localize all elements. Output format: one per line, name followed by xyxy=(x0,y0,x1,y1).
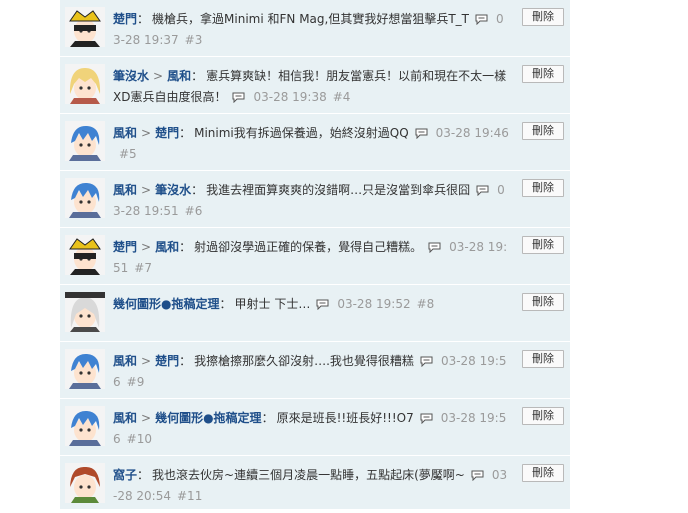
floor-number[interactable]: #8 xyxy=(417,297,435,311)
reply-to-arrow: > xyxy=(153,69,164,83)
comment-row: 風和 > 幾何圖形●拖稿定理： 原來是班長!!班長好!!!O7 03-28 19:56 #… xyxy=(60,399,570,456)
reply-bubble-icon[interactable] xyxy=(316,296,329,311)
separator: ： xyxy=(179,354,192,368)
reply-to-arrow: > xyxy=(141,354,152,368)
avatar-blue-hair[interactable] xyxy=(65,121,105,161)
delete-button[interactable]: 刪除 xyxy=(522,293,564,311)
delete-button[interactable]: 刪除 xyxy=(522,407,564,425)
comment-body: 風和 > 筆沒水： 我進去裡面算爽爽的沒錯啊…只是沒當到傘兵很囧 03-28 19:51… xyxy=(113,180,511,222)
floor-number[interactable]: #5 xyxy=(119,147,137,161)
separator: ： xyxy=(191,183,204,197)
comment-text: 甲射士 下士… xyxy=(234,297,311,311)
reply-target-link[interactable]: 風和 xyxy=(167,69,191,83)
avatar-masked[interactable] xyxy=(65,7,105,47)
comment-row: 風和 > 楚門： 我擦槍擦那麼久卻沒射….我也覺得很糟糕 03-28 19:56 #9 刪除 xyxy=(60,342,570,399)
reply-bubble-icon[interactable] xyxy=(415,125,428,140)
delete-button[interactable]: 刪除 xyxy=(522,179,564,197)
separator: ： xyxy=(191,69,204,83)
reply-bubble-icon[interactable] xyxy=(471,467,484,482)
floor-number[interactable]: #4 xyxy=(333,90,351,104)
comment-body: 窩子： 我也滾去伙房~連續三個月凌晨一點睡，五點起床(夢魘啊~ 03-28 20:5… xyxy=(113,465,511,507)
comment-author-link[interactable]: 楚門 xyxy=(113,240,137,254)
reply-bubble-icon[interactable] xyxy=(476,182,489,197)
delete-button[interactable]: 刪除 xyxy=(522,8,564,26)
avatar-blue-hair[interactable] xyxy=(65,178,105,218)
reply-to-arrow: > xyxy=(141,183,152,197)
comment-list: 楚門： 機槍兵，拿過Minimi 和FN Mag,但其實我好想當狙擊兵T_T 03-… xyxy=(60,0,570,513)
comment-body: 幾何圖形●拖稿定理： 甲射士 下士… 03-28 19:52 #8 xyxy=(113,294,511,315)
comment-text: 我擦槍擦那麼久卻沒射….我也覺得很糟糕 xyxy=(194,354,414,368)
comment-row: 風和 > 楚門： Minimi我有拆過保養過，始終沒射過QQ 03-28 19:46 #5… xyxy=(60,114,570,171)
comment-row: 風和 > 筆沒水： 我進去裡面算爽爽的沒錯啊…只是沒當到傘兵很囧 03-28 19:51… xyxy=(60,171,570,228)
comment-author-link[interactable]: 楚門 xyxy=(113,12,137,26)
floor-number[interactable]: #6 xyxy=(185,204,203,218)
reply-bubble-icon[interactable] xyxy=(420,410,433,425)
floor-number[interactable]: #7 xyxy=(134,261,152,275)
reply-target-link[interactable]: 風和 xyxy=(155,240,179,254)
floor-number[interactable]: #11 xyxy=(177,489,202,503)
comment-body: 筆沒水 > 風和： 憲兵算爽缺！相信我！朋友當憲兵！以前和現在不太一樣XD憲兵自由度很… xyxy=(113,66,511,108)
reply-bubble-icon[interactable] xyxy=(428,239,441,254)
separator: ： xyxy=(261,411,274,425)
comment-author-link[interactable]: 窩子 xyxy=(113,468,137,482)
floor-number[interactable]: #9 xyxy=(127,375,145,389)
comment-text: 原來是班長!!班長好!!!O7 xyxy=(276,411,414,425)
reply-target-link[interactable]: 筆沒水 xyxy=(155,183,191,197)
reply-bubble-icon[interactable] xyxy=(232,89,245,104)
avatar-masked[interactable] xyxy=(65,235,105,275)
comment-text: 射過卻沒學過正確的保養，覺得自己糟糕。 xyxy=(194,240,423,254)
comment-author-link[interactable]: 幾何圖形●拖稿定理 xyxy=(113,297,219,311)
comment-row: 楚門： 機槍兵，拿過Minimi 和FN Mag,但其實我好想當狙擊兵T_T 03-… xyxy=(60,0,570,57)
comment-author-link[interactable]: 風和 xyxy=(113,183,137,197)
reply-to-arrow: > xyxy=(141,411,152,425)
comment-body: 風和 > 幾何圖形●拖稿定理： 原來是班長!!班長好!!!O7 03-28 19:56 #… xyxy=(113,408,511,450)
avatar-white-hair[interactable] xyxy=(65,292,105,332)
reply-target-link[interactable]: 楚門 xyxy=(155,354,179,368)
reply-bubble-icon[interactable] xyxy=(420,353,433,368)
comment-author-link[interactable]: 風和 xyxy=(113,411,137,425)
separator: ： xyxy=(219,297,232,311)
floor-number[interactable]: #3 xyxy=(185,33,203,47)
reply-target-link[interactable]: 楚門 xyxy=(155,126,179,140)
separator: ： xyxy=(137,468,150,482)
reply-to-arrow: > xyxy=(141,126,152,140)
avatar-blue-hair[interactable] xyxy=(65,406,105,446)
reply-bubble-icon[interactable] xyxy=(475,11,488,26)
comment-author-link[interactable]: 風和 xyxy=(113,354,137,368)
floor-number[interactable]: #10 xyxy=(127,432,152,446)
separator: ： xyxy=(179,126,192,140)
comment-body: 楚門 > 風和： 射過卻沒學過正確的保養，覺得自己糟糕。 03-28 19:51 #7 xyxy=(113,237,511,279)
avatar-blonde[interactable] xyxy=(65,64,105,104)
reply-target-link[interactable]: 幾何圖形●拖稿定理 xyxy=(155,411,261,425)
comment-row: 窩子： 我也滾去伙房~連續三個月凌晨一點睡，五點起床(夢魘啊~ 03-28 20:5… xyxy=(60,456,570,513)
comment-text: Minimi我有拆過保養過，始終沒射過QQ xyxy=(194,126,409,140)
avatar-blue-hair[interactable] xyxy=(65,349,105,389)
comment-body: 風和 > 楚門： 我擦槍擦那麼久卻沒射….我也覺得很糟糕 03-28 19:56 #9 xyxy=(113,351,511,393)
comment-row: 楚門 > 風和： 射過卻沒學過正確的保養，覺得自己糟糕。 03-28 19:51 #7 刪除 xyxy=(60,228,570,285)
delete-button[interactable]: 刪除 xyxy=(522,464,564,482)
delete-button[interactable]: 刪除 xyxy=(522,122,564,140)
comment-row: 筆沒水 > 風和： 憲兵算爽缺！相信我！朋友當憲兵！以前和現在不太一樣XD憲兵自由度很… xyxy=(60,57,570,114)
comment-timestamp: 03-28 19:46 xyxy=(435,126,509,140)
delete-button[interactable]: 刪除 xyxy=(522,236,564,254)
separator: ： xyxy=(179,240,192,254)
comment-author-link[interactable]: 風和 xyxy=(113,126,137,140)
comment-body: 楚門： 機槍兵，拿過Minimi 和FN Mag,但其實我好想當狙擊兵T_T 03-… xyxy=(113,9,511,51)
comment-text: 我也滾去伙房~連續三個月凌晨一點睡，五點起床(夢魘啊~ xyxy=(152,468,465,482)
separator: ： xyxy=(137,12,150,26)
comment-author-link[interactable]: 筆沒水 xyxy=(113,69,149,83)
delete-button[interactable]: 刪除 xyxy=(522,65,564,83)
avatar-red-hair[interactable] xyxy=(65,463,105,503)
comment-text: 機槍兵，拿過Minimi 和FN Mag,但其實我好想當狙擊兵T_T xyxy=(152,12,469,26)
comment-timestamp: 03-28 19:38 xyxy=(253,90,327,104)
comment-text: 我進去裡面算爽爽的沒錯啊…只是沒當到傘兵很囧 xyxy=(206,183,471,197)
comment-row: 幾何圖形●拖稿定理： 甲射士 下士… 03-28 19:52 #8 刪除 xyxy=(60,285,570,342)
reply-to-arrow: > xyxy=(141,240,152,254)
delete-button[interactable]: 刪除 xyxy=(522,350,564,368)
comment-timestamp: 03-28 19:52 xyxy=(337,297,411,311)
comment-body: 風和 > 楚門： Minimi我有拆過保養過，始終沒射過QQ 03-28 19:46 #5 xyxy=(113,123,511,165)
